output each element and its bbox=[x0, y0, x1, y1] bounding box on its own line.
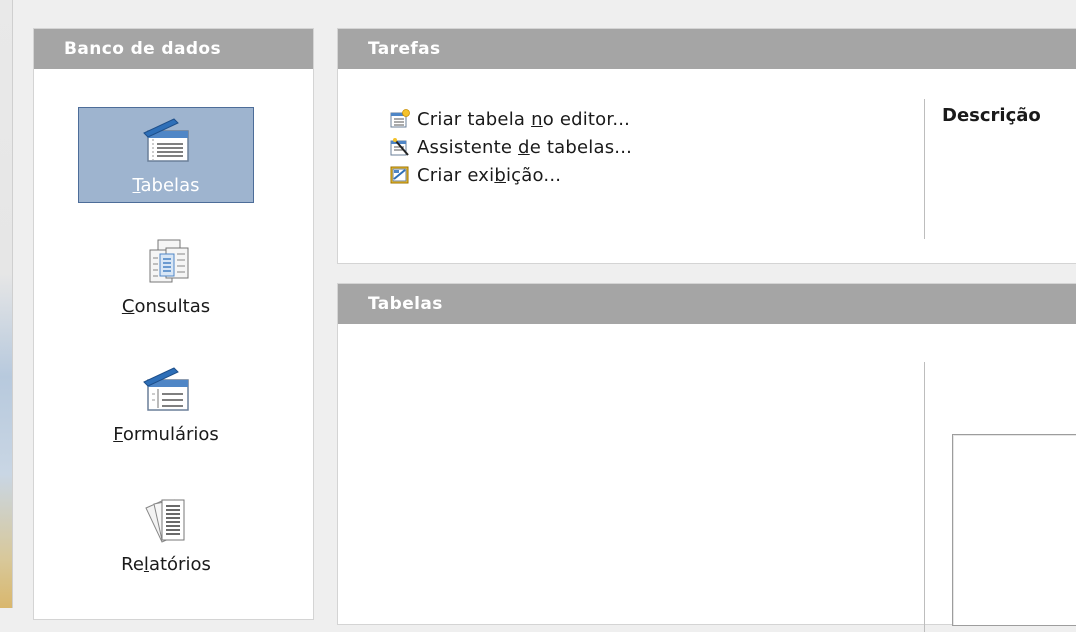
task-create-table-design[interactable]: Criar tabela no editor... bbox=[390, 105, 632, 133]
description-label: Descrição bbox=[942, 105, 1041, 126]
task-list: Criar tabela no editor... Assistente de … bbox=[390, 105, 632, 189]
db-item-label: Relatórios bbox=[121, 554, 211, 575]
tables-panel: Tabelas bbox=[337, 283, 1076, 632]
table-wizard-icon bbox=[390, 138, 409, 156]
table-icon bbox=[143, 118, 189, 162]
report-icon bbox=[145, 499, 185, 543]
create-view-icon bbox=[390, 166, 409, 184]
tasks-panel-header: Tarefas bbox=[338, 29, 1076, 69]
tables-list-area[interactable] bbox=[338, 325, 924, 625]
task-label: Criar tabela no editor... bbox=[417, 108, 631, 130]
query-icon bbox=[149, 239, 189, 283]
db-item-tabelas[interactable]: Tabelas bbox=[78, 107, 254, 203]
tasks-separator bbox=[924, 99, 925, 239]
db-item-relatorios[interactable]: Relatórios bbox=[78, 485, 254, 581]
db-item-label: Formulários bbox=[113, 424, 219, 445]
db-item-consultas[interactable]: Consultas bbox=[78, 227, 254, 323]
database-panel-header: Banco de dados bbox=[34, 29, 313, 69]
task-label: Assistente de tabelas... bbox=[417, 136, 633, 158]
new-table-icon bbox=[390, 109, 410, 128]
tables-panel-header: Tabelas bbox=[338, 284, 1076, 324]
desktop-edge-strip bbox=[0, 0, 12, 608]
db-item-label: Tabelas bbox=[132, 175, 200, 196]
database-panel: Banco de dados Tabelas Consultas Formulá… bbox=[33, 28, 314, 620]
task-label: Criar exibição... bbox=[417, 164, 562, 186]
db-item-formularios[interactable]: Formulários bbox=[78, 355, 254, 451]
task-table-wizard[interactable]: Assistente de tabelas... bbox=[390, 133, 632, 161]
tables-separator bbox=[924, 362, 925, 632]
db-item-label: Consultas bbox=[121, 296, 211, 317]
window-edge-line bbox=[12, 0, 13, 608]
form-icon bbox=[143, 367, 189, 411]
preview-pane bbox=[952, 434, 1076, 626]
tasks-panel: Tarefas Criar tabela no editor... Assist… bbox=[337, 28, 1076, 264]
task-create-view[interactable]: Criar exibição... bbox=[390, 161, 632, 189]
